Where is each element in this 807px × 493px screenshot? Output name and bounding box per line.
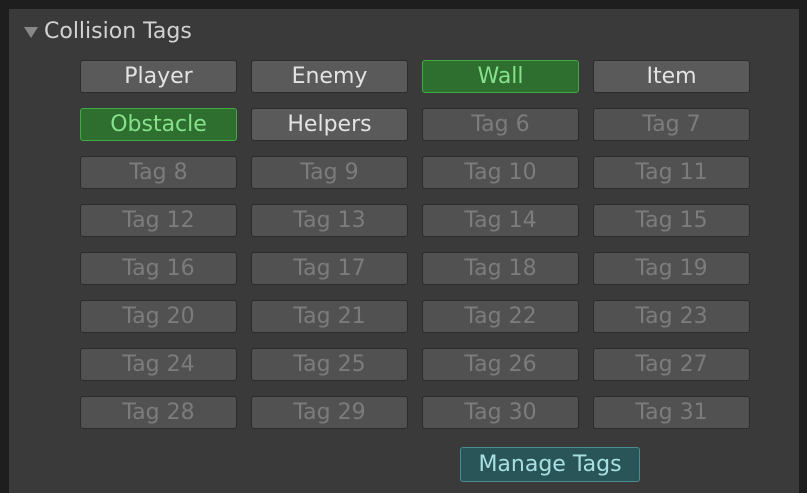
tag-button[interactable]: Tag 20 bbox=[80, 300, 237, 333]
tag-label: Tag 30 bbox=[464, 400, 537, 425]
tag-button[interactable]: Tag 18 bbox=[422, 252, 579, 285]
tag-label: Tag 11 bbox=[635, 160, 708, 185]
tag-button[interactable]: Wall bbox=[422, 60, 579, 93]
tag-label: Tag 9 bbox=[300, 160, 359, 185]
tag-button[interactable]: Tag 27 bbox=[593, 348, 750, 381]
tag-button[interactable]: Tag 24 bbox=[80, 348, 237, 381]
tag-label: Tag 28 bbox=[122, 400, 195, 425]
tag-label: Tag 31 bbox=[635, 400, 708, 425]
tag-button[interactable]: Tag 19 bbox=[593, 252, 750, 285]
tag-label: Tag 22 bbox=[464, 304, 537, 329]
tag-label: Tag 18 bbox=[464, 256, 537, 281]
tag-button[interactable]: Tag 15 bbox=[593, 204, 750, 237]
tag-label: Item bbox=[646, 64, 697, 89]
tag-button[interactable]: Tag 28 bbox=[80, 396, 237, 429]
tag-button[interactable]: Tag 13 bbox=[251, 204, 408, 237]
tag-button[interactable]: Tag 23 bbox=[593, 300, 750, 333]
tag-label: Tag 27 bbox=[635, 352, 708, 377]
tag-label: Tag 7 bbox=[642, 112, 701, 137]
tag-button[interactable]: Player bbox=[80, 60, 237, 93]
tag-grid: Player Enemy Wall Item Obstacle Helpers Tag 6 T… bbox=[80, 60, 750, 429]
tag-label: Tag 8 bbox=[129, 160, 188, 185]
tag-button[interactable]: Tag 25 bbox=[251, 348, 408, 381]
tag-button[interactable]: Tag 8 bbox=[80, 156, 237, 189]
section-title: Collision Tags bbox=[44, 18, 192, 44]
tag-label: Tag 26 bbox=[464, 352, 537, 377]
tag-label: Tag 6 bbox=[471, 112, 530, 137]
tag-label: Helpers bbox=[287, 112, 372, 137]
tag-button[interactable]: Obstacle bbox=[80, 108, 237, 141]
manage-tags-label: Manage Tags bbox=[478, 452, 622, 477]
tag-label: Tag 17 bbox=[293, 256, 366, 281]
tag-button[interactable]: Tag 12 bbox=[80, 204, 237, 237]
tag-button[interactable]: Tag 16 bbox=[80, 252, 237, 285]
tag-label: Tag 21 bbox=[293, 304, 366, 329]
manage-tags-button[interactable]: Manage Tags bbox=[460, 447, 640, 482]
tag-button[interactable]: Tag 17 bbox=[251, 252, 408, 285]
tag-button[interactable]: Tag 31 bbox=[593, 396, 750, 429]
tag-button[interactable]: Tag 10 bbox=[422, 156, 579, 189]
tag-label: Obstacle bbox=[110, 112, 207, 137]
tag-button[interactable]: Tag 14 bbox=[422, 204, 579, 237]
tag-label: Tag 12 bbox=[122, 208, 195, 233]
tag-label: Tag 13 bbox=[293, 208, 366, 233]
tag-button[interactable]: Tag 26 bbox=[422, 348, 579, 381]
tag-button[interactable]: Tag 7 bbox=[593, 108, 750, 141]
tag-label: Tag 25 bbox=[293, 352, 366, 377]
tag-label: Tag 19 bbox=[635, 256, 708, 281]
tag-label: Enemy bbox=[291, 64, 368, 89]
tag-label: Tag 23 bbox=[635, 304, 708, 329]
tag-label: Wall bbox=[477, 64, 524, 89]
tag-button[interactable]: Tag 21 bbox=[251, 300, 408, 333]
tag-label: Tag 14 bbox=[464, 208, 537, 233]
section-header[interactable]: Collision Tags bbox=[24, 17, 192, 45]
tag-label: Tag 15 bbox=[635, 208, 708, 233]
tag-button[interactable]: Tag 6 bbox=[422, 108, 579, 141]
collision-tags-panel: Collision Tags Player Enemy Wall Item Obstac… bbox=[9, 9, 799, 493]
tag-button[interactable]: Tag 30 bbox=[422, 396, 579, 429]
tag-button[interactable]: Tag 11 bbox=[593, 156, 750, 189]
tag-button[interactable]: Item bbox=[593, 60, 750, 93]
tag-button[interactable]: Helpers bbox=[251, 108, 408, 141]
tag-button[interactable]: Tag 29 bbox=[251, 396, 408, 429]
tag-label: Player bbox=[124, 64, 193, 89]
tag-label: Tag 29 bbox=[293, 400, 366, 425]
tag-label: Tag 20 bbox=[122, 304, 195, 329]
triangle-down-icon[interactable] bbox=[24, 26, 38, 38]
tag-button[interactable]: Tag 22 bbox=[422, 300, 579, 333]
tag-button[interactable]: Tag 9 bbox=[251, 156, 408, 189]
tag-label: Tag 24 bbox=[122, 352, 195, 377]
tag-label: Tag 16 bbox=[122, 256, 195, 281]
tag-button[interactable]: Enemy bbox=[251, 60, 408, 93]
tag-label: Tag 10 bbox=[464, 160, 537, 185]
